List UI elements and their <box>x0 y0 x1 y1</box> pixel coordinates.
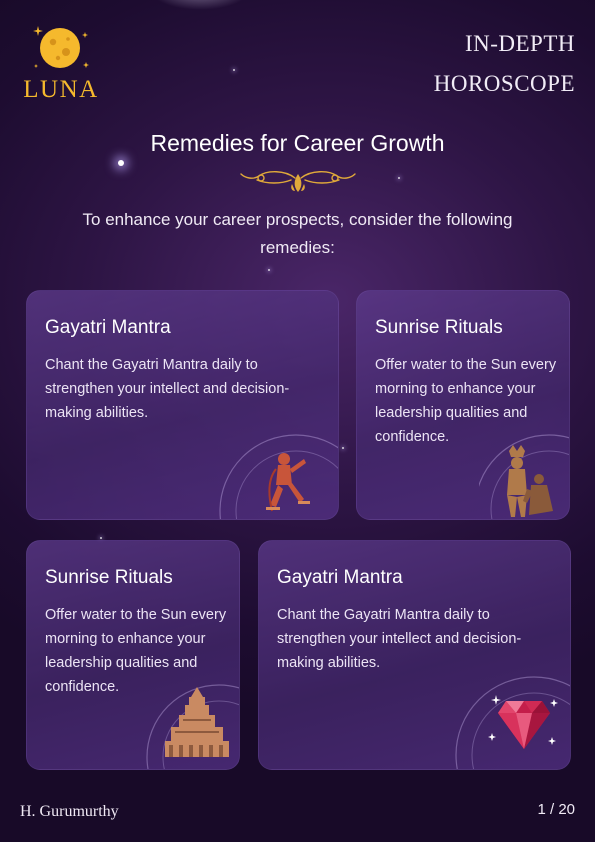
remedy-card: Gayatri Mantra Chant the Gayatri Mantra … <box>26 290 339 520</box>
remedy-card-text: Chant the Gayatri Mantra daily to streng… <box>45 357 290 421</box>
sparkle-star <box>233 69 235 71</box>
author-name: H. Gurumurthy <box>20 803 119 820</box>
intro-text: To enhance your career prospects, consid… <box>82 210 513 257</box>
ruby-gem-icon <box>455 676 570 769</box>
remedy-card-title: Sunrise Rituals <box>375 317 503 338</box>
page-number: 1 / 20 <box>537 801 575 818</box>
sparkle-star <box>398 177 400 179</box>
brand-logo: LUNA <box>20 22 102 104</box>
document-title-line2: HOROSCOPE <box>433 71 575 96</box>
section-title: Remedies for Career Growth <box>150 130 445 156</box>
remedy-card: Gayatri Mantra Chant the Gayatri Mantra … <box>258 540 571 770</box>
remedy-card-title: Gayatri Mantra <box>45 317 171 338</box>
moon-icon <box>33 26 89 68</box>
temple-icon <box>146 684 239 769</box>
remedy-card: Sunrise Rituals Offer water to the Sun e… <box>26 540 240 770</box>
sparkle-star <box>268 269 270 271</box>
brand-name: LUNA <box>23 76 99 103</box>
remedy-card-title: Gayatri Mantra <box>277 567 403 588</box>
gold-flourish-icon <box>240 171 356 192</box>
sparkle-star <box>118 160 124 166</box>
document-title-line1: IN-DEPTH <box>464 31 575 56</box>
sparkle-star <box>342 447 344 449</box>
sparkle-star <box>100 537 102 539</box>
top-glow <box>150 0 250 10</box>
document-title: IN-DEPTH HOROSCOPE <box>434 24 575 104</box>
deity-statue-icon <box>479 434 569 519</box>
remedy-card: Sunrise Rituals Offer water to the Sun e… <box>356 290 570 520</box>
remedy-card-title: Sunrise Rituals <box>45 567 173 588</box>
hanuman-figure-icon <box>219 434 338 519</box>
